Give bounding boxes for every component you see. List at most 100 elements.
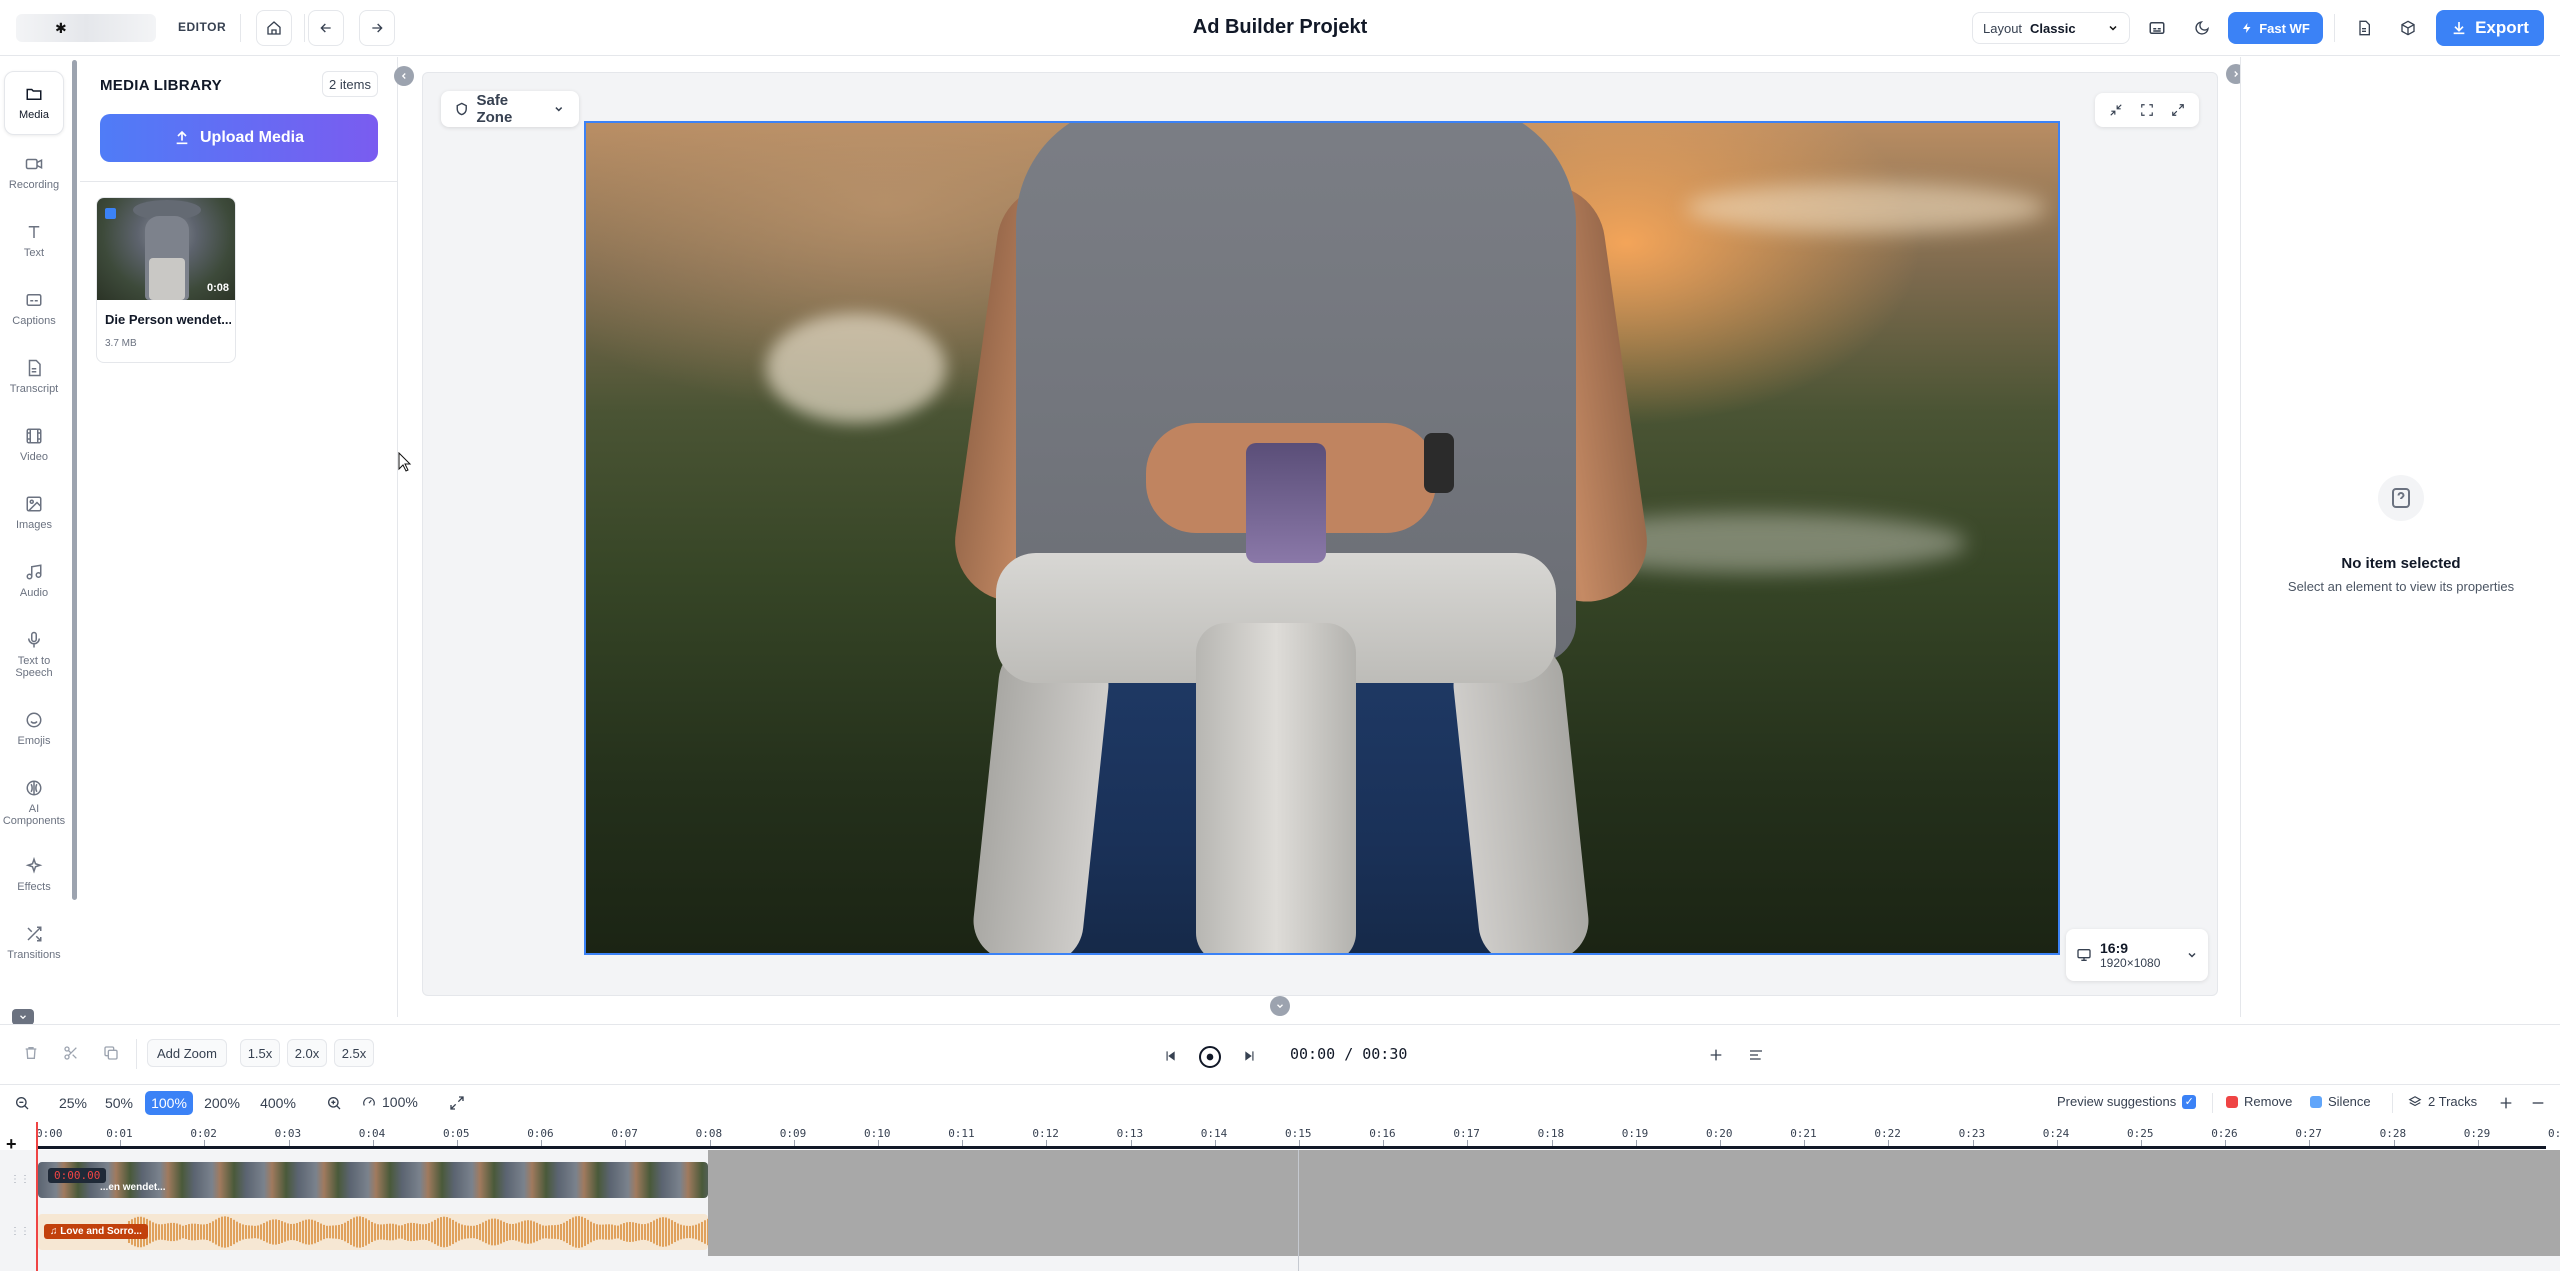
- timeline-empty-area[interactable]: [708, 1150, 2560, 1256]
- remove-filter[interactable]: Remove: [2226, 1094, 2292, 1109]
- zoom-200-button[interactable]: 200%: [198, 1091, 246, 1115]
- waveform-bar: [158, 1224, 160, 1240]
- trash-icon[interactable]: [23, 1045, 39, 1061]
- rail-item-text-to-speech[interactable]: Text to Speech: [4, 623, 64, 687]
- speed-2.5x-button[interactable]: 2.5x: [334, 1039, 374, 1067]
- collapse-canvas-button[interactable]: [1270, 996, 1290, 1016]
- collapse-library-button[interactable]: [394, 66, 414, 86]
- document-button[interactable]: [2348, 12, 2380, 44]
- play-button[interactable]: [1199, 1046, 1221, 1068]
- waveform-bar: [452, 1219, 454, 1245]
- waveform-bar: [572, 1217, 574, 1247]
- upload-media-button[interactable]: Upload Media: [100, 114, 378, 162]
- rail-label: Effects: [17, 881, 51, 893]
- redo-button[interactable]: [359, 10, 395, 46]
- project-title[interactable]: Ad Builder Projekt: [1100, 16, 1460, 39]
- align-icon[interactable]: [1748, 1047, 1764, 1063]
- rail-item-transitions[interactable]: Transitions: [4, 911, 64, 975]
- timeline-ruler[interactable]: 0:00 0:01 0:02 0:03 0:04 0:05 0:06 0:07 0:08 0:09…: [36, 1122, 2560, 1149]
- audio-clip[interactable]: ♫ Love and Sorro...: [38, 1214, 708, 1250]
- rail-item-emojis[interactable]: Emojis: [4, 697, 64, 761]
- rail-item-video[interactable]: Video: [4, 413, 64, 477]
- waveform-bar: [638, 1223, 640, 1241]
- ruler-tick: [1972, 1140, 1974, 1146]
- shrink-icon[interactable]: [2109, 103, 2123, 117]
- rail-item-recording[interactable]: Recording: [4, 141, 64, 205]
- app-logo[interactable]: [16, 14, 156, 42]
- theme-toggle-button[interactable]: [2186, 12, 2218, 44]
- rail-item-text[interactable]: Text: [4, 209, 64, 273]
- plus-icon[interactable]: [2498, 1095, 2514, 1111]
- waveform-bar: [476, 1225, 478, 1239]
- add-zoom-button[interactable]: Add Zoom: [147, 1039, 227, 1067]
- layout-select[interactable]: Layout Classic: [1972, 12, 2130, 44]
- waveform-bar: [494, 1218, 496, 1246]
- waveform-bar: [275, 1219, 277, 1245]
- waveform-bar: [446, 1217, 448, 1247]
- rail-label: Emojis: [17, 735, 51, 747]
- rail-item-audio[interactable]: Audio: [4, 549, 64, 613]
- scissors-icon[interactable]: [63, 1045, 79, 1061]
- minus-icon[interactable]: [2530, 1095, 2546, 1111]
- expand-icon[interactable]: [2171, 103, 2185, 117]
- video-clip[interactable]: 0:00.00 ...en wendet...: [38, 1162, 708, 1198]
- fit-timeline-icon[interactable]: [449, 1095, 465, 1111]
- rail-label: Captions: [12, 315, 56, 327]
- rail-item-media[interactable]: Media: [4, 71, 64, 135]
- safe-zone-dropdown[interactable]: Safe Zone: [441, 91, 579, 127]
- home-button[interactable]: [256, 10, 292, 46]
- rail-scrollbar[interactable]: [72, 60, 77, 900]
- fast-wf-button[interactable]: Fast WF: [2228, 12, 2323, 44]
- preview-suggestions-toggle[interactable]: Preview suggestions ✓: [2057, 1094, 2197, 1109]
- ruler-tick: [1720, 1140, 1721, 1146]
- rail-item-effects[interactable]: Effects: [4, 843, 64, 907]
- waveform-bar: [284, 1222, 286, 1242]
- ruler-tick: [2056, 1140, 2058, 1146]
- playhead[interactable]: [36, 1122, 38, 1271]
- undo-button[interactable]: [308, 10, 344, 46]
- waveform-bar: [179, 1224, 181, 1240]
- aspect-ratio-selector[interactable]: 16:9 1920×1080: [2066, 929, 2208, 981]
- media-item[interactable]: 0:08 Die Person wendet... 3.7 MB: [96, 197, 236, 363]
- waveform-bar: [578, 1216, 580, 1248]
- subtitles-button[interactable]: [2141, 12, 2173, 44]
- rail-item-captions[interactable]: Captions: [4, 277, 64, 341]
- plus-icon[interactable]: [1708, 1047, 1724, 1063]
- ruler-tick-label: 0:18: [1537, 1127, 1565, 1140]
- playback-speed[interactable]: 100%: [362, 1094, 418, 1110]
- waveform-bar: [590, 1221, 592, 1243]
- playback-bar: Add Zoom 1.5x 2.0x 2.5x 00:00 / 00:30: [0, 1024, 2560, 1084]
- canvas-area: Safe Zone 16:9 1920×1080: [422, 72, 2218, 996]
- tracks-selector[interactable]: 2 Tracks: [2408, 1094, 2477, 1109]
- skip-forward-icon[interactable]: [1242, 1049, 1258, 1063]
- speed-1.5x-button[interactable]: 1.5x: [240, 1039, 280, 1067]
- silence-color-dot: [2310, 1095, 2322, 1108]
- waveform-bar: [677, 1223, 679, 1241]
- rail-collapse-button[interactable]: [12, 1009, 34, 1025]
- zoom-50-button[interactable]: 50%: [98, 1091, 140, 1115]
- rail-item-transcript[interactable]: Transcript: [4, 345, 64, 409]
- zoom-400-button[interactable]: 400%: [252, 1091, 304, 1115]
- waveform-bar: [341, 1224, 343, 1240]
- zoom-out-icon[interactable]: [14, 1095, 30, 1111]
- rail-item-images[interactable]: Images: [4, 481, 64, 545]
- rail-item-ai-components[interactable]: AI Components: [3, 771, 65, 835]
- zoom-25-button[interactable]: 25%: [52, 1091, 94, 1115]
- zoom-in-icon[interactable]: [326, 1095, 342, 1111]
- ruler-tick-label: 0:15: [1285, 1127, 1312, 1140]
- video-preview[interactable]: [584, 121, 2060, 955]
- package-button[interactable]: [2392, 12, 2424, 44]
- checkbox-checked-icon[interactable]: ✓: [2182, 1094, 2197, 1109]
- ruler-tick-label: 0:02: [190, 1127, 217, 1140]
- waveform-bar: [692, 1225, 694, 1239]
- speed-2.0x-button[interactable]: 2.0x: [287, 1039, 327, 1067]
- silence-filter[interactable]: Silence: [2310, 1094, 2371, 1109]
- fit-screen-icon[interactable]: [2140, 103, 2154, 117]
- duplicate-icon[interactable]: [103, 1045, 119, 1061]
- skip-back-icon[interactable]: [1162, 1049, 1178, 1063]
- drag-handle-icon[interactable]: ⋮⋮: [10, 1174, 30, 1185]
- export-button[interactable]: Export: [2436, 10, 2544, 46]
- waveform-bar: [206, 1223, 208, 1241]
- zoom-100-button[interactable]: 100%: [145, 1091, 193, 1115]
- drag-handle-icon[interactable]: ⋮⋮: [10, 1226, 30, 1237]
